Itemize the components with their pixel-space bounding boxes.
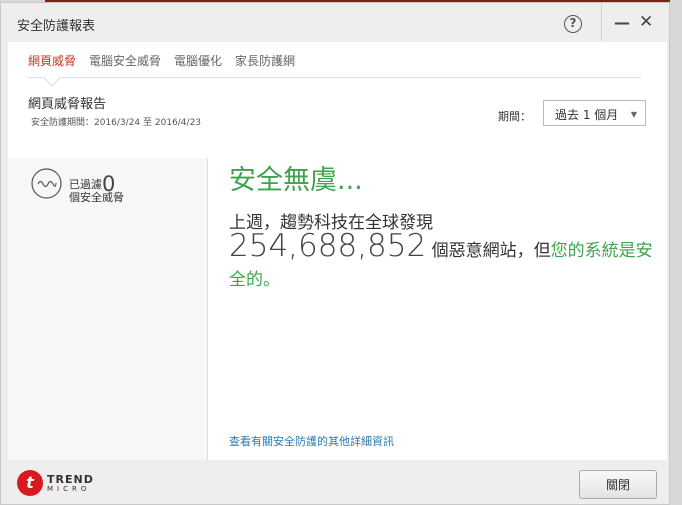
tab-underline bbox=[28, 77, 641, 78]
malicious-site-count: 254,688,852 bbox=[229, 228, 427, 264]
period-value: 過去 1 個月 bbox=[555, 108, 619, 122]
summary-sidebar: 已過濾0 個安全威脅 bbox=[8, 158, 208, 460]
trend-micro-logo: t TREND MICRO bbox=[17, 470, 94, 496]
wave-icon bbox=[31, 168, 62, 199]
tab-web-threats[interactable]: 網頁威脅 bbox=[28, 52, 76, 69]
stats-text: 254,688,852 個惡意網站，但您的系統是安全的。 bbox=[229, 228, 653, 291]
close-icon[interactable]: ✕ bbox=[639, 12, 653, 32]
logo-ball-icon: t bbox=[17, 470, 43, 496]
tab-parental-controls[interactable]: 家長防護網 bbox=[235, 52, 295, 69]
tab-pc-threats[interactable]: 電腦安全威脅 bbox=[89, 52, 161, 69]
window-title: 安全防護報表 bbox=[17, 19, 96, 34]
tab-bar: 網頁威脅 電腦安全威脅 電腦優化 家長防護網 bbox=[28, 52, 295, 69]
report-window: 安全防護報表 ? — ✕ 網頁威脅 電腦安全威脅 電腦優化 家長防護網 網頁威脅… bbox=[0, 2, 670, 505]
report-title: 網頁威脅報告 bbox=[28, 97, 107, 112]
status-headline: 安全無虞... bbox=[229, 165, 363, 196]
help-icon[interactable]: ? bbox=[564, 15, 582, 33]
tab-pc-optimization[interactable]: 電腦優化 bbox=[174, 52, 222, 69]
title-divider bbox=[601, 3, 602, 41]
content-panel: 網頁威脅 電腦安全威脅 電腦優化 家長防護網 網頁威脅報告 安全防護期間：201… bbox=[8, 42, 667, 460]
more-info-link[interactable]: 查看有關安全防護的其他詳細資訊 bbox=[229, 433, 394, 449]
period-select[interactable]: 過去 1 個月 ▼ bbox=[543, 100, 646, 126]
report-period: 安全防護期間：2016/3/24 至 2016/4/23 bbox=[31, 118, 202, 128]
filtered-suffix: 個安全威脅 bbox=[69, 191, 124, 204]
minimize-button[interactable]: — bbox=[614, 13, 630, 32]
close-button[interactable]: 關閉 bbox=[579, 470, 657, 499]
period-label: 期間： bbox=[498, 110, 531, 123]
active-tab-indicator bbox=[43, 69, 61, 87]
chevron-down-icon: ▼ bbox=[630, 110, 637, 119]
